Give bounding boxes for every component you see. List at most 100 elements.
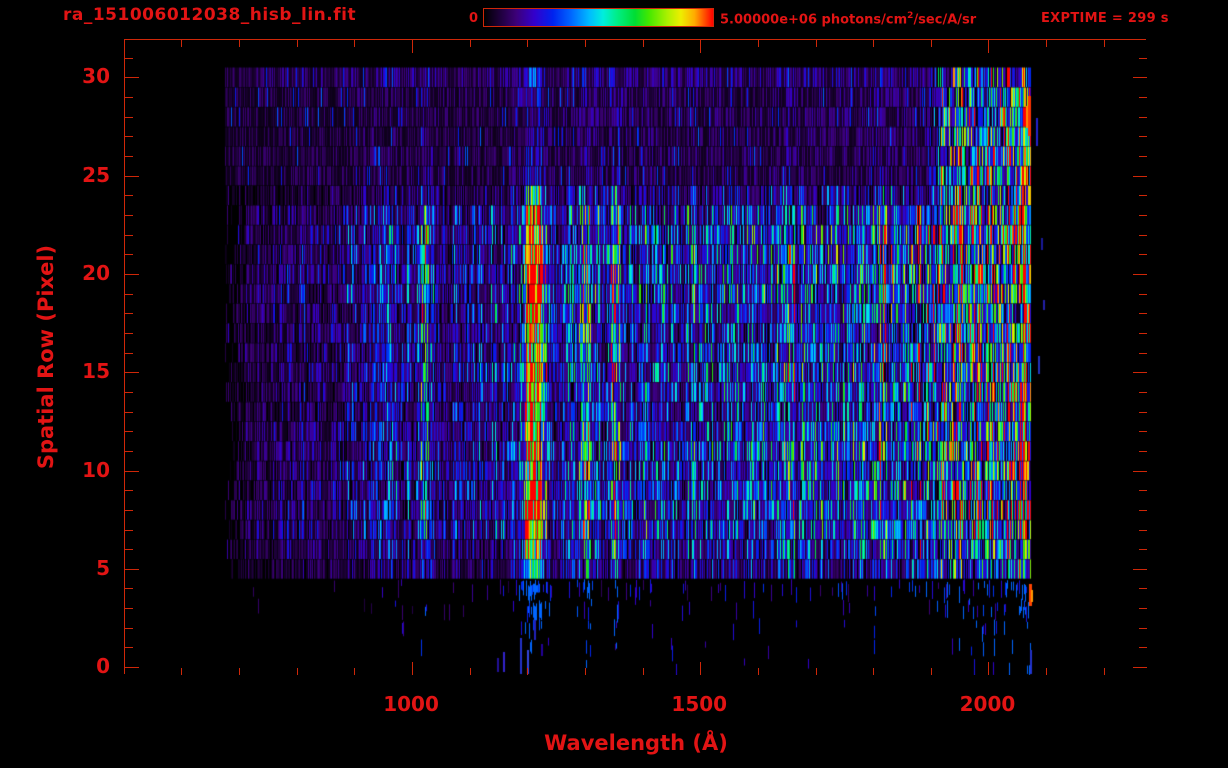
x-minor-tick-top [527, 40, 528, 47]
y-minor-tick [125, 392, 133, 393]
y-minor-tick [125, 412, 133, 413]
y-minor-tick [125, 333, 133, 334]
x-minor-tick-top [931, 40, 932, 47]
y-major-tick-right [1133, 274, 1147, 275]
y-minor-tick [125, 628, 133, 629]
y-major-tick [125, 274, 139, 275]
y-minor-tick-right [1139, 117, 1147, 118]
x-minor-tick-top [297, 40, 298, 47]
y-tick-label: 20 [82, 260, 110, 285]
y-tick-label: 30 [82, 64, 110, 89]
y-minor-tick [125, 451, 133, 452]
y-major-tick-right [1133, 471, 1147, 472]
colorbar-min-label: 0 [468, 11, 478, 26]
y-major-tick [125, 667, 139, 668]
y-minor-tick-right [1139, 451, 1147, 452]
y-major-tick-right [1133, 176, 1147, 177]
x-minor-tick [816, 668, 817, 675]
y-minor-tick [125, 58, 133, 59]
plot-area [124, 39, 1147, 675]
x-minor-tick [585, 668, 586, 675]
y-minor-tick-right [1139, 530, 1147, 531]
y-minor-tick-right [1139, 490, 1147, 491]
y-minor-tick [125, 549, 133, 550]
y-minor-tick [125, 647, 133, 648]
x-minor-tick-top [181, 40, 182, 47]
y-minor-tick-right [1139, 353, 1147, 354]
y-minor-tick-right [1139, 608, 1147, 609]
x-minor-tick-top [873, 40, 874, 47]
y-minor-tick-right [1139, 235, 1147, 236]
x-minor-tick [931, 668, 932, 675]
y-minor-tick-right [1139, 313, 1147, 314]
colorbar-max-label: 5.00000e+06 photons/cm2/sec/A/sr [720, 11, 976, 27]
y-minor-tick [125, 136, 133, 137]
x-minor-tick [1104, 668, 1105, 675]
y-major-tick-right [1133, 77, 1147, 78]
y-minor-tick [125, 294, 133, 295]
y-minor-tick-right [1139, 156, 1147, 157]
y-tick-label: 10 [82, 457, 110, 482]
y-minor-tick [125, 608, 133, 609]
y-minor-tick [125, 254, 133, 255]
colorbar-max-text-units: /sec/A/sr [913, 12, 977, 28]
x-tick-label: 1000 [383, 692, 439, 716]
x-minor-tick [181, 668, 182, 675]
x-minor-tick-top [239, 40, 240, 47]
x-minor-tick [470, 668, 471, 675]
y-major-tick [125, 471, 139, 472]
y-tick-label: 15 [82, 359, 110, 384]
y-major-tick [125, 77, 139, 78]
y-minor-tick [125, 510, 133, 511]
y-minor-tick-right [1139, 510, 1147, 511]
y-minor-tick-right [1139, 215, 1147, 216]
x-major-tick-top [700, 40, 701, 53]
y-major-tick-right [1133, 372, 1147, 373]
y-minor-tick-right [1139, 97, 1147, 98]
y-minor-tick-right [1139, 136, 1147, 137]
y-minor-tick [125, 97, 133, 98]
y-minor-tick [125, 156, 133, 157]
y-minor-tick-right [1139, 254, 1147, 255]
x-minor-tick [297, 668, 298, 675]
y-minor-tick [125, 215, 133, 216]
y-minor-tick-right [1139, 333, 1147, 334]
x-minor-tick [527, 668, 528, 675]
y-minor-tick [125, 313, 133, 314]
x-tick-label: 2000 [959, 692, 1016, 716]
x-minor-tick [1046, 668, 1047, 675]
x-major-tick-top [412, 40, 413, 53]
exptime-label: EXPTIME = 299 s [1041, 11, 1169, 26]
y-minor-tick-right [1139, 195, 1147, 196]
x-minor-tick-top [1046, 40, 1047, 47]
y-minor-tick [125, 431, 133, 432]
y-minor-tick-right [1139, 58, 1147, 59]
y-minor-tick [125, 530, 133, 531]
x-major-tick-top [988, 40, 989, 53]
y-minor-tick [125, 235, 133, 236]
y-minor-tick-right [1139, 588, 1147, 589]
x-minor-tick [873, 668, 874, 675]
x-major-tick [988, 662, 989, 675]
y-minor-tick [125, 588, 133, 589]
y-minor-tick-right [1139, 549, 1147, 550]
spectral-image-viewer: ra_151006012038_hisb_lin.fit 0 5.00000e+… [0, 0, 1228, 768]
x-minor-tick-top [758, 40, 759, 47]
y-major-tick [125, 569, 139, 570]
x-tick-label: 1500 [671, 692, 728, 716]
y-minor-tick-right [1139, 392, 1147, 393]
file-title: ra_151006012038_hisb_lin.fit [63, 5, 357, 25]
x-minor-tick-top [816, 40, 817, 47]
x-minor-tick-top [1104, 40, 1105, 47]
x-major-tick [700, 662, 701, 675]
y-major-tick-right [1133, 569, 1147, 570]
y-minor-tick [125, 117, 133, 118]
x-minor-tick-top [643, 40, 644, 47]
y-minor-tick-right [1139, 647, 1147, 648]
heatmap-canvas [125, 40, 1147, 675]
x-minor-tick [239, 668, 240, 675]
x-minor-tick [354, 668, 355, 675]
y-major-tick [125, 372, 139, 373]
x-minor-tick [758, 668, 759, 675]
y-axis-title: Spatial Row (Pixel) [34, 244, 58, 470]
